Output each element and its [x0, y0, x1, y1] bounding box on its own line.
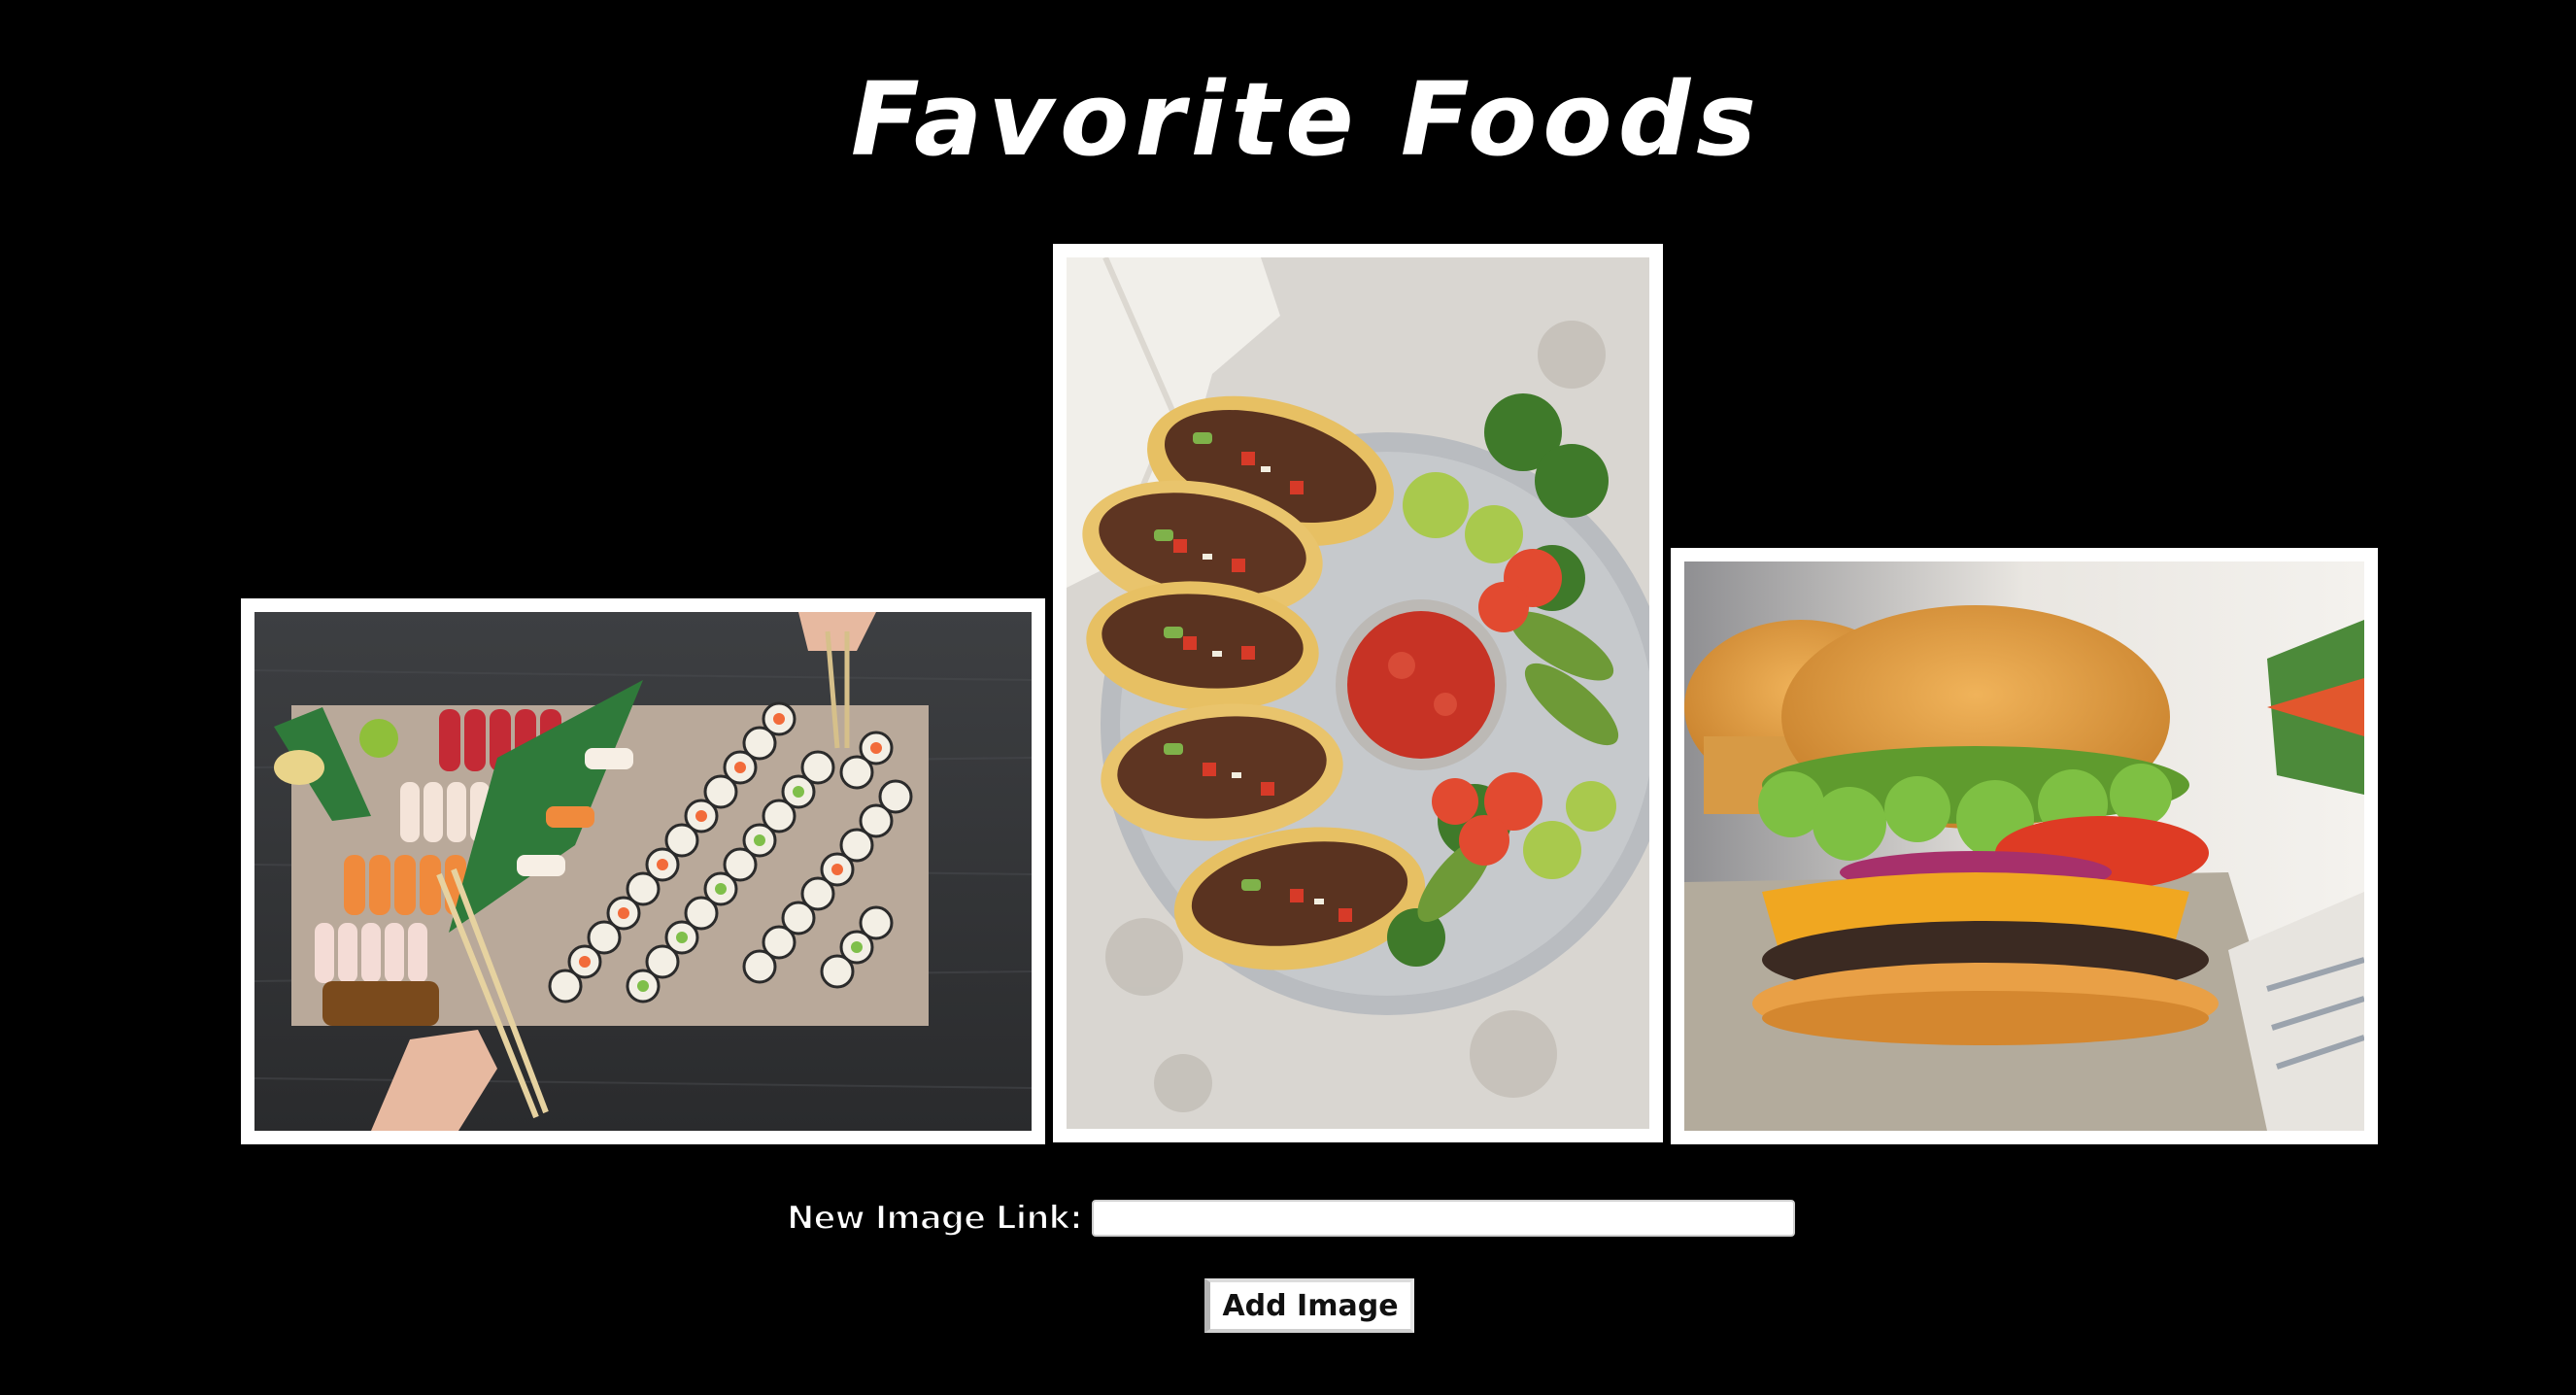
page-title: Favorite Foods [849, 59, 1763, 181]
tacos-photo [1067, 257, 1649, 1129]
new-image-form: New Image Link: [786, 1197, 1795, 1240]
page: Favorite Foods New Image Link: Add Image [0, 0, 2576, 1395]
new-image-link-label: New Image Link: [786, 1198, 1084, 1239]
add-image-button[interactable]: Add Image [1204, 1278, 1414, 1333]
food-image-tacos[interactable] [1053, 244, 1663, 1142]
burger-photo [1684, 561, 2364, 1131]
sushi-photo [254, 612, 1032, 1131]
food-image-sushi[interactable] [241, 598, 1045, 1144]
new-image-link-input[interactable] [1091, 1200, 1795, 1237]
food-image-burger[interactable] [1671, 548, 2378, 1144]
